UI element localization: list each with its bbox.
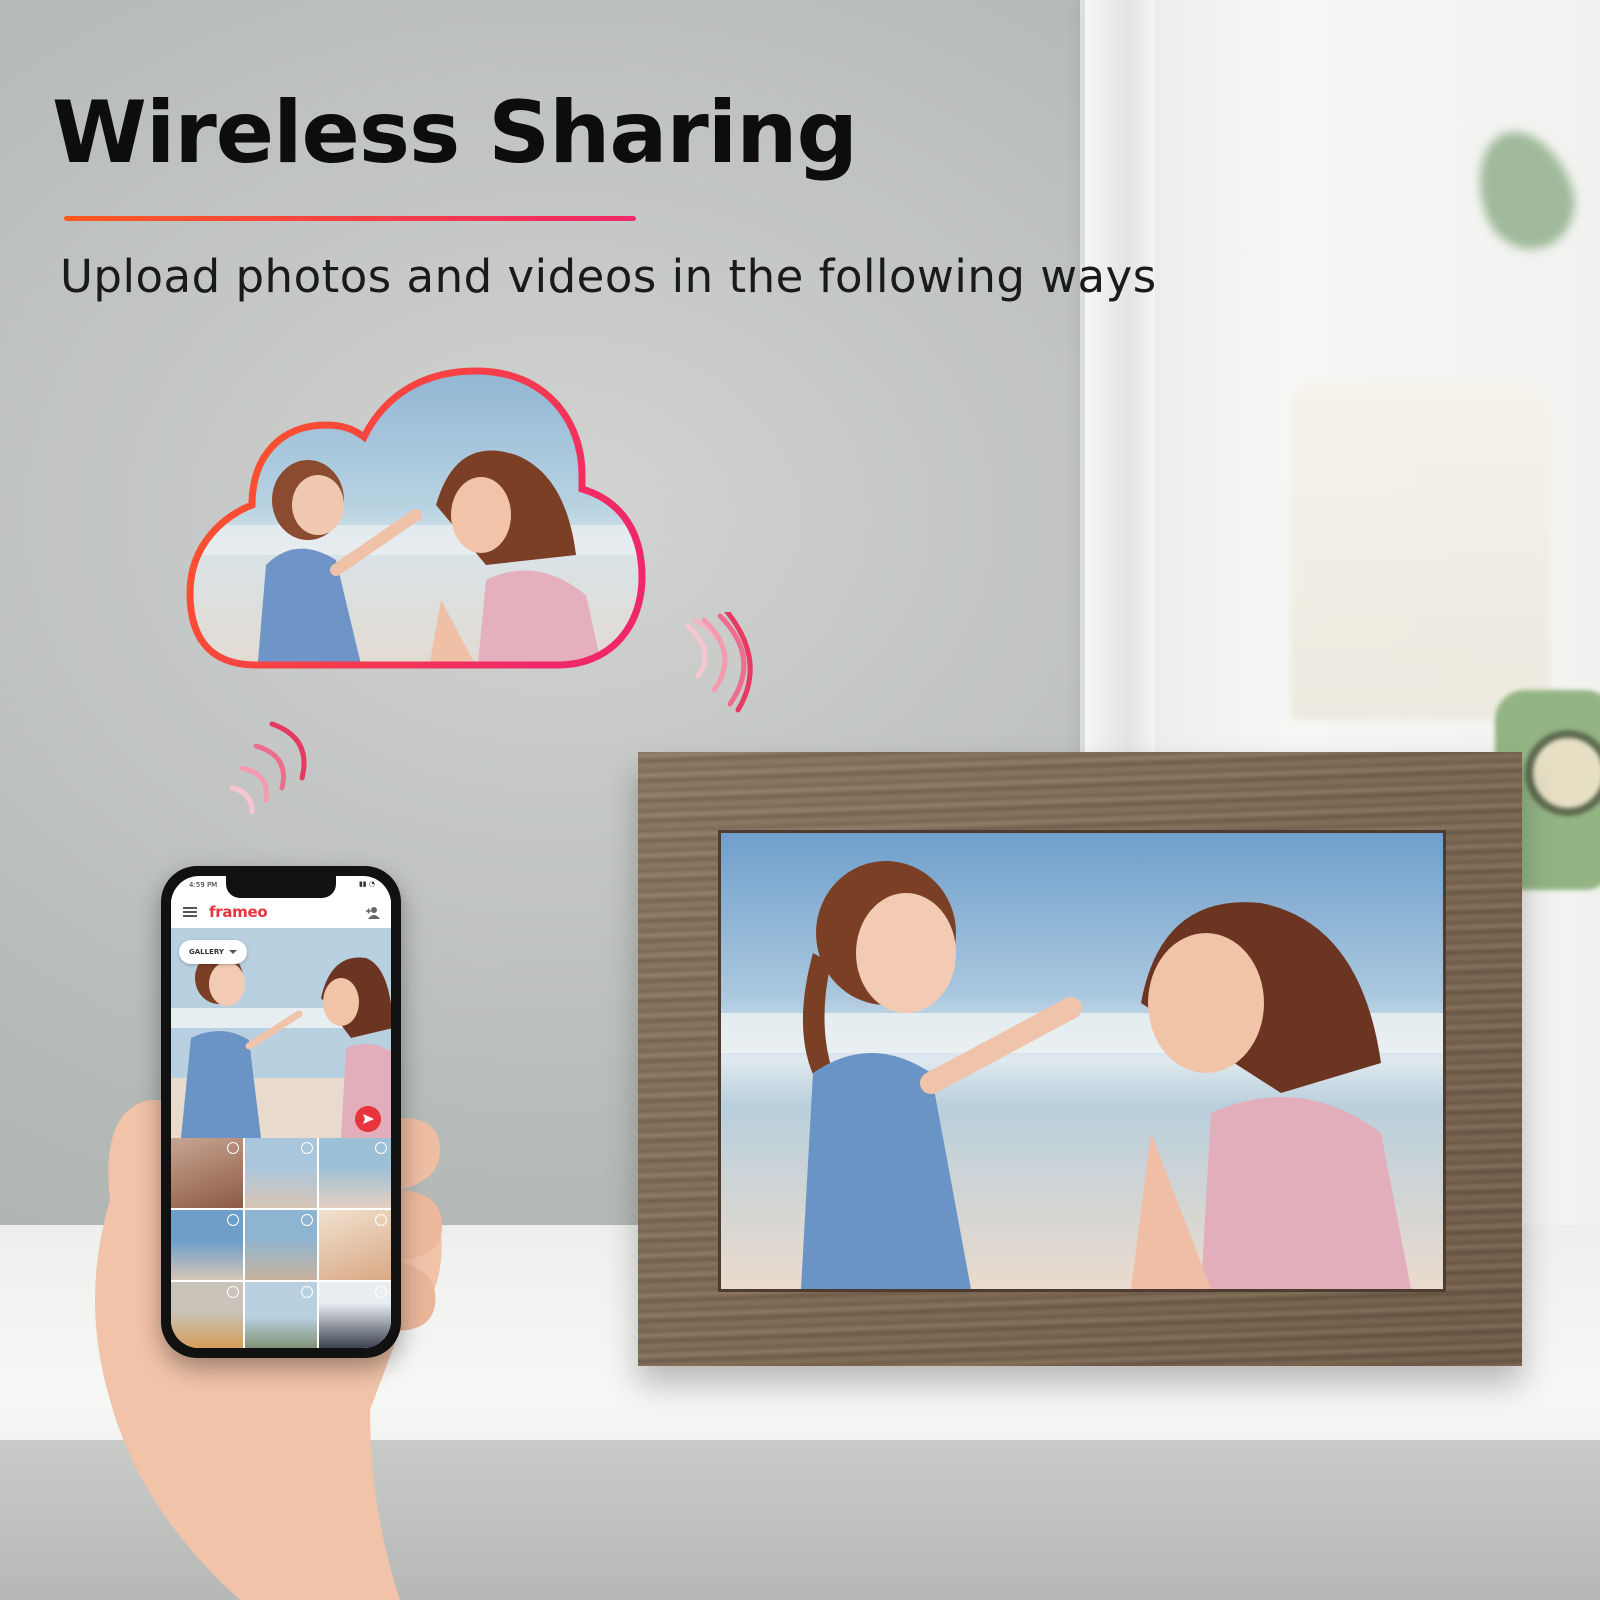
chevron-down-icon	[228, 950, 237, 954]
select-circle-icon[interactable]	[375, 1286, 387, 1298]
photo-thumbnail[interactable]	[319, 1210, 391, 1280]
select-circle-icon[interactable]	[301, 1142, 313, 1154]
select-circle-icon[interactable]	[227, 1214, 239, 1226]
signal-waves-right	[685, 612, 753, 713]
select-circle-icon[interactable]	[227, 1286, 239, 1298]
cloud-photo	[186, 367, 646, 669]
select-circle-icon[interactable]	[227, 1142, 239, 1154]
photo-thumbnail[interactable]	[171, 1282, 243, 1348]
phone-notch	[226, 876, 336, 898]
phone-screen: 4:59 PM ▮▮ ◔ frameo GALLERY	[171, 876, 391, 1348]
smartphone: 4:59 PM ▮▮ ◔ frameo GALLERY	[161, 866, 401, 1358]
photo-thumbnail[interactable]	[319, 1138, 391, 1208]
headline: Wireless Sharing	[52, 83, 858, 183]
send-icon[interactable]	[355, 1106, 381, 1132]
photo-grid	[171, 1138, 391, 1348]
photo-thumbnail[interactable]	[319, 1282, 391, 1348]
frame-screen	[718, 830, 1446, 1292]
gallery-dropdown[interactable]: GALLERY	[179, 940, 247, 964]
app-bar: frameo	[171, 898, 391, 928]
photo-thumbnail[interactable]	[171, 1210, 243, 1280]
select-circle-icon[interactable]	[301, 1214, 313, 1226]
frame-photo	[721, 833, 1443, 1289]
app-logo: frameo	[209, 903, 268, 921]
photo-thumbnail[interactable]	[245, 1210, 317, 1280]
photo-thumbnail[interactable]	[171, 1138, 243, 1208]
add-user-icon[interactable]	[365, 906, 381, 920]
signal-waves-left	[229, 721, 307, 815]
digital-photo-frame	[638, 752, 1522, 1366]
candle-blur	[1290, 380, 1550, 720]
select-circle-icon[interactable]	[301, 1286, 313, 1298]
selected-photo[interactable]: GALLERY	[171, 928, 391, 1138]
photo-thumbnail[interactable]	[245, 1282, 317, 1348]
accent-underline	[64, 216, 636, 221]
select-circle-icon[interactable]	[375, 1142, 387, 1154]
photo-thumbnail[interactable]	[245, 1138, 317, 1208]
menu-icon[interactable]	[183, 907, 197, 917]
status-icons: ▮▮ ◔	[358, 880, 375, 888]
subheadline: Upload photos and videos in the followin…	[60, 250, 1157, 303]
gallery-label: GALLERY	[189, 948, 224, 956]
status-time: 4:59 PM	[189, 881, 218, 889]
select-circle-icon[interactable]	[375, 1214, 387, 1226]
